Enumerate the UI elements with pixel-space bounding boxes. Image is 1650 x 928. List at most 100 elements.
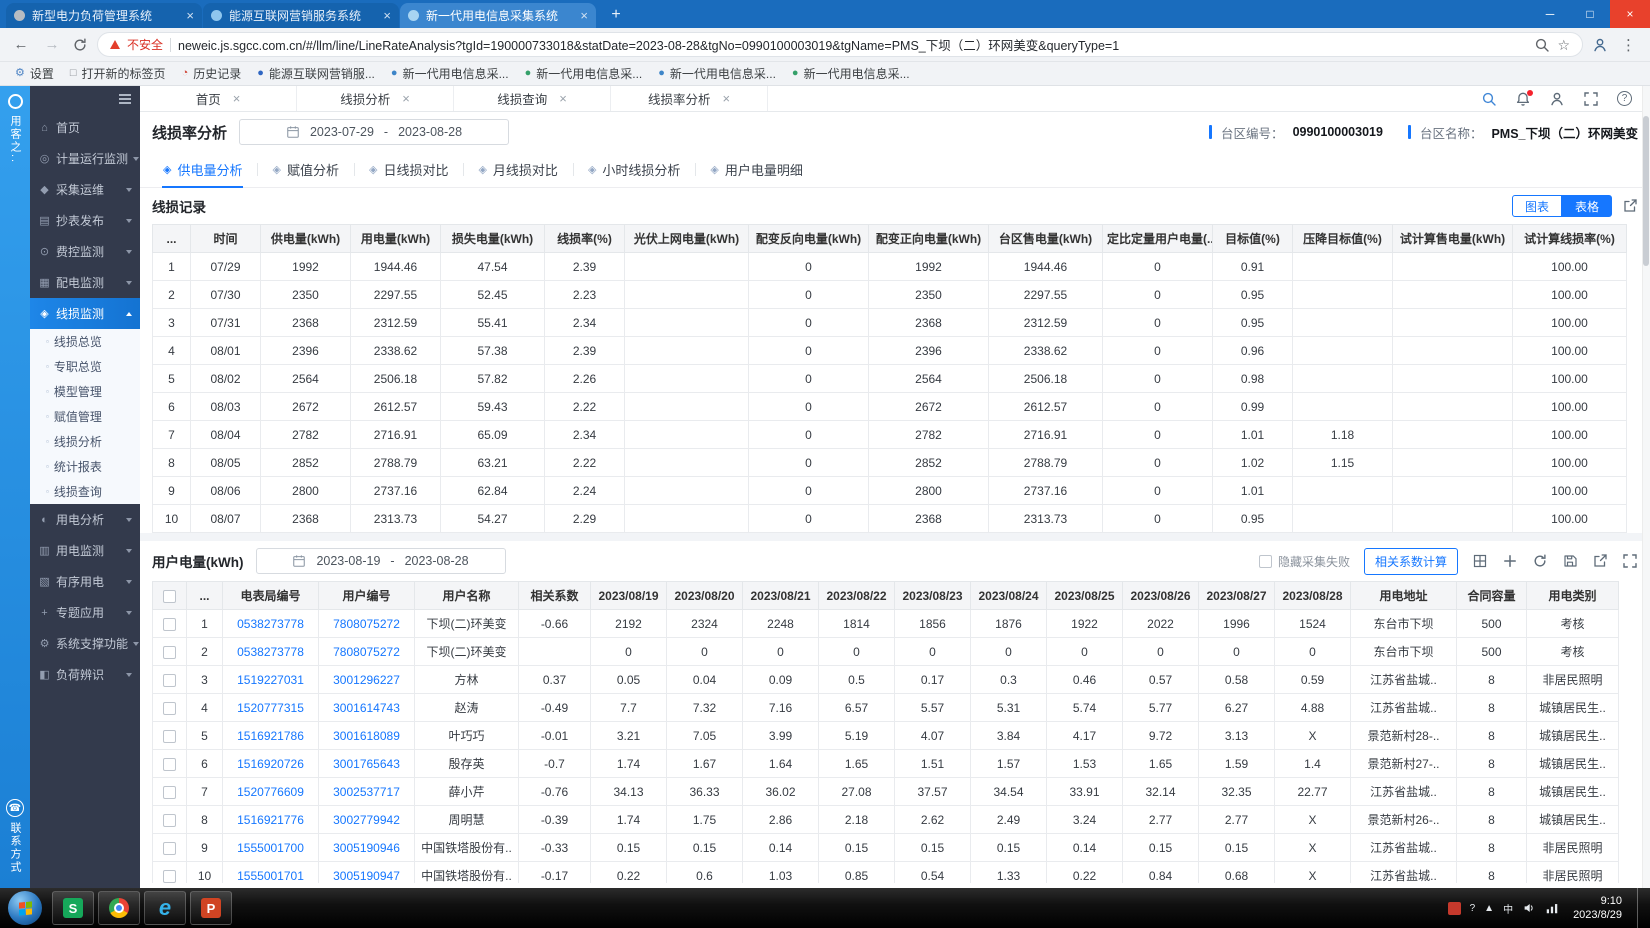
select-all-checkbox[interactable] — [163, 590, 176, 603]
sidebar-item[interactable]: +专题应用 — [30, 597, 140, 628]
notifications-icon[interactable] — [1515, 91, 1531, 107]
cell-link[interactable]: 1519227031 — [223, 666, 319, 694]
network-icon[interactable] — [1545, 901, 1559, 915]
sidebar-item[interactable]: ▦配电监测 — [30, 267, 140, 298]
cell-link[interactable]: 1555001700 — [223, 834, 319, 862]
bookmark-item[interactable]: ●新一代用电信息采... — [384, 63, 516, 84]
tab-close-icon[interactable]: × — [722, 91, 730, 106]
sidebar-item[interactable]: ◧负荷辨识 — [30, 659, 140, 690]
row-checkbox[interactable] — [163, 730, 176, 743]
url-text[interactable]: neweic.js.sgcc.com.cn/#/llm/line/LineRat… — [178, 35, 1527, 54]
start-button[interactable] — [8, 891, 42, 925]
bookmark-item[interactable]: □打开新的标签页 — [63, 63, 173, 84]
cell-link[interactable]: 3005190947 — [319, 862, 415, 884]
zoom-search-icon[interactable] — [1534, 37, 1550, 53]
date-start[interactable]: 2023-07-29 — [310, 125, 374, 139]
refresh-icon[interactable] — [1532, 553, 1548, 569]
search-icon[interactable] — [1481, 91, 1497, 107]
subtab[interactable]: ◈用户电量明细 — [695, 152, 817, 187]
workspace-tab[interactable]: 首页× — [140, 86, 297, 111]
sidebar-subitem[interactable]: ▫线损查询 — [30, 479, 140, 504]
subtab[interactable]: ◈赋值分析 — [257, 152, 353, 187]
fullscreen-icon[interactable] — [1583, 91, 1599, 107]
workspace-tab[interactable]: 线损分析× — [297, 86, 454, 111]
tab-close-icon[interactable]: × — [233, 91, 241, 106]
taskbar-wps-icon[interactable]: S — [52, 891, 94, 925]
window-maximize-button[interactable]: □ — [1570, 0, 1610, 28]
sidebar-item[interactable]: ◎计量运行监测 — [30, 143, 140, 174]
date-start[interactable]: 2023-08-19 — [316, 554, 380, 568]
cell-link[interactable]: 1516921786 — [223, 722, 319, 750]
window-minimize-button[interactable]: ─ — [1530, 0, 1570, 28]
sidebar-item[interactable]: ▥用电监测 — [30, 535, 140, 566]
row-checkbox[interactable] — [163, 842, 176, 855]
sidebar-subitem[interactable]: ▫线损总览 — [30, 329, 140, 354]
row-checkbox[interactable] — [163, 758, 176, 771]
hide-failed-checkbox[interactable] — [1259, 555, 1272, 568]
new-tab-button[interactable]: + — [603, 4, 629, 26]
subtab[interactable]: ◈日线损对比 — [354, 152, 463, 187]
cell-link[interactable]: 3002537717 — [319, 778, 415, 806]
column-settings-icon[interactable] — [1472, 553, 1488, 569]
cell-link[interactable]: 1555001701 — [223, 862, 319, 884]
sidebar-subitem[interactable]: ▫模型管理 — [30, 379, 140, 404]
sidebar-subitem[interactable]: ▫专职总览 — [30, 354, 140, 379]
row-checkbox[interactable] — [163, 674, 176, 687]
cell-link[interactable]: 1520776609 — [223, 778, 319, 806]
sidebar-subitem[interactable]: ▫统计报表 — [30, 454, 140, 479]
date-end[interactable]: 2023-08-28 — [405, 554, 469, 568]
tray-expand-icon[interactable]: ▲ — [1484, 903, 1494, 914]
scrollbar-thumb[interactable] — [1643, 116, 1649, 266]
table-view-button[interactable]: 表格 — [1562, 195, 1612, 217]
browser-menu-icon[interactable]: ⋮ — [1617, 36, 1640, 54]
row-checkbox[interactable] — [163, 646, 176, 659]
tab-close-icon[interactable]: × — [580, 8, 588, 23]
export-icon[interactable] — [1592, 553, 1608, 569]
cell-link[interactable]: 3001618089 — [319, 722, 415, 750]
browser-tab[interactable]: 新一代用电信息采集系统× — [400, 3, 596, 28]
help-icon[interactable]: ? — [1617, 91, 1632, 106]
cell-link[interactable]: 3001296227 — [319, 666, 415, 694]
date-range-picker[interactable]: 2023-07-29 - 2023-08-28 — [239, 119, 509, 145]
bookmark-item[interactable]: ●新一代用电信息采... — [651, 63, 783, 84]
date-range-picker[interactable]: 2023-08-19 - 2023-08-28 — [256, 548, 506, 574]
bookmark-item[interactable]: ●新一代用电信息采... — [785, 63, 917, 84]
tab-close-icon[interactable]: × — [402, 91, 410, 106]
taskbar-clock[interactable]: 9:10 2023/8/29 — [1573, 894, 1622, 923]
cell-link[interactable]: 1516920726 — [223, 750, 319, 778]
cell-link[interactable]: 3005190946 — [319, 834, 415, 862]
cell-link[interactable]: 7808075272 — [319, 610, 415, 638]
cell-link[interactable]: 3001614743 — [319, 694, 415, 722]
tab-close-icon[interactable]: × — [383, 8, 391, 23]
row-checkbox[interactable] — [163, 786, 176, 799]
cell-link[interactable]: 0538273778 — [223, 610, 319, 638]
url-box[interactable]: 不安全 neweic.js.sgcc.com.cn/#/llm/line/Lin… — [97, 32, 1583, 57]
sidebar-item[interactable]: ◆采集运维 — [30, 174, 140, 205]
browser-tab[interactable]: 新型电力负荷管理系统× — [6, 3, 202, 28]
workspace-tab[interactable]: 线损率分析× — [611, 86, 768, 111]
date-end[interactable]: 2023-08-28 — [398, 125, 462, 139]
tray-help-icon[interactable]: ? — [1470, 903, 1476, 914]
cell-link[interactable]: 0538273778 — [223, 638, 319, 666]
export-icon[interactable] — [1622, 198, 1638, 214]
bookmark-item[interactable]: ●能源互联网营销服... — [250, 63, 382, 84]
contact-group[interactable]: ☎ 联系方式 — [6, 799, 24, 880]
bookmark-item[interactable]: ◔历史记录 — [175, 63, 249, 84]
save-icon[interactable] — [1562, 553, 1578, 569]
sidebar-item[interactable]: ▤抄表发布 — [30, 205, 140, 236]
sidebar-subitem[interactable]: ▫赋值管理 — [30, 404, 140, 429]
workspace-tab[interactable]: 线损查询× — [454, 86, 611, 111]
fullscreen-icon[interactable] — [1622, 553, 1638, 569]
row-checkbox[interactable] — [163, 870, 176, 883]
refresh-button[interactable] — [72, 37, 88, 53]
add-icon[interactable] — [1502, 553, 1518, 569]
cell-link[interactable]: 7808075272 — [319, 638, 415, 666]
row-checkbox[interactable] — [163, 814, 176, 827]
row-checkbox[interactable] — [163, 702, 176, 715]
taskbar-ie-icon[interactable]: e — [144, 891, 186, 925]
correlation-calc-button[interactable]: 相关系数计算 — [1364, 548, 1458, 575]
subtab[interactable]: ◈月线损对比 — [463, 152, 572, 187]
back-button[interactable]: ← — [10, 34, 32, 56]
cell-link[interactable]: 3002779942 — [319, 806, 415, 834]
tray-app-icon[interactable] — [1448, 902, 1461, 915]
